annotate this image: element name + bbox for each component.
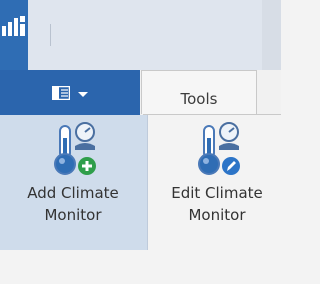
add-climate-monitor-label: Add Climate Monitor — [27, 184, 119, 224]
tab-layout-menu[interactable] — [0, 70, 140, 116]
edit-climate-monitor-icon — [198, 122, 240, 175]
edit-climate-monitor-button[interactable]: Edit Climate Monitor — [152, 120, 282, 226]
layout-icon — [52, 86, 70, 100]
add-climate-monitor-icon — [54, 122, 96, 175]
chevron-down-icon — [78, 91, 88, 97]
app-icon[interactable] — [0, 12, 28, 40]
tab-tools[interactable]: Tools — [141, 70, 257, 114]
add-climate-monitor-button[interactable]: Add Climate Monitor — [8, 120, 138, 226]
tab-tools-label: Tools — [180, 90, 218, 108]
title-bar — [0, 0, 281, 70]
edit-climate-monitor-label: Edit Climate Monitor — [171, 184, 263, 224]
title-bar-shade — [262, 0, 281, 70]
title-separator — [50, 24, 51, 46]
